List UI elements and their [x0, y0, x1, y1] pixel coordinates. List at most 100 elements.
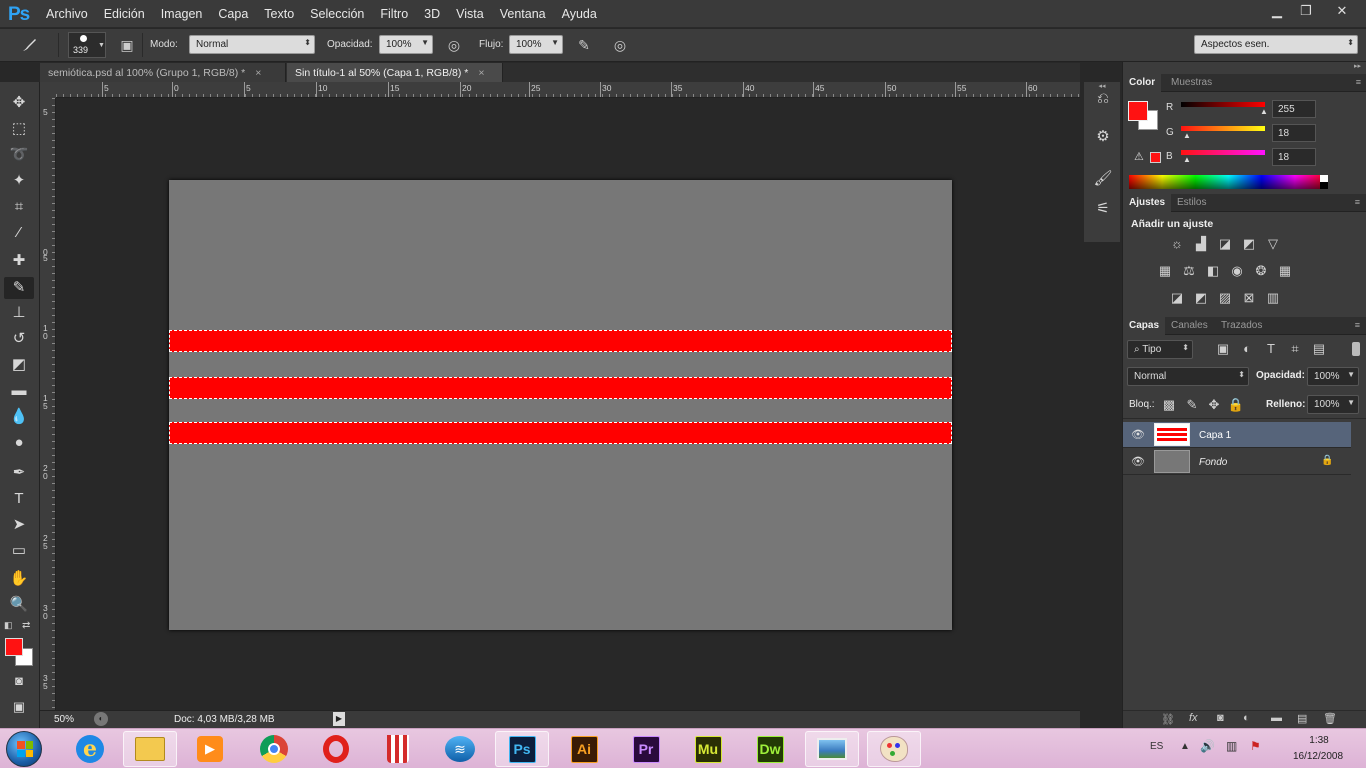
menu-seleccion[interactable]: Selección	[302, 7, 372, 21]
spectrum-black[interactable]	[1320, 182, 1328, 189]
gamut-warning-icon[interactable]: ⚠	[1134, 150, 1144, 163]
taskbar-popcorn[interactable]	[371, 731, 425, 767]
g-value[interactable]: 18	[1272, 124, 1316, 142]
shape-filter-icon[interactable]: ⌗	[1286, 341, 1304, 357]
action-center-icon[interactable]: ⚑	[1250, 739, 1261, 753]
blur-tool-icon[interactable]: 💧	[4, 406, 34, 428]
hue-saturation-icon[interactable]: ▦	[1156, 263, 1174, 279]
gamut-swatch[interactable]	[1150, 152, 1161, 163]
curves-icon[interactable]: ◪	[1216, 236, 1234, 252]
photo-filter-icon[interactable]: ◉	[1228, 263, 1246, 279]
gradient-tool-icon[interactable]: ▬	[4, 380, 34, 402]
layer-filter-select[interactable]: ⌕ Tipo ⬍	[1127, 340, 1193, 359]
workspace-select[interactable]: Aspectos esen. ⬍	[1194, 35, 1358, 54]
taskbar-opera[interactable]	[309, 731, 363, 767]
tab-muestras[interactable]: Muestras	[1165, 74, 1218, 92]
menu-texto[interactable]: Texto	[256, 7, 302, 21]
collapse-panels-icon[interactable]: ▸▸	[1123, 62, 1366, 72]
path-selection-icon[interactable]: ➤	[4, 514, 34, 536]
taskbar-dreamweaver[interactable]: Dw	[743, 731, 797, 767]
stamp-tool-icon[interactable]: ⊥	[4, 302, 34, 324]
brightness-icon[interactable]: ☼	[1168, 236, 1186, 252]
tab-sin-titulo[interactable]: Sin título-1 al 50% (Capa 1, RGB/8) * ×	[287, 63, 503, 83]
close-icon[interactable]: ×	[478, 67, 484, 79]
menu-ayuda[interactable]: Ayuda	[554, 7, 605, 21]
trash-icon[interactable]: 🗑	[1323, 712, 1337, 725]
spectrum-white[interactable]	[1320, 175, 1328, 182]
vibrance-icon[interactable]: ▽	[1264, 236, 1282, 252]
fx-icon[interactable]: fx	[1189, 712, 1198, 724]
filter-toggle[interactable]	[1352, 342, 1360, 356]
brush-panel-icon[interactable]: ▣	[116, 34, 138, 56]
color-lookup-icon[interactable]: ▦	[1276, 263, 1294, 279]
color-balance-icon[interactable]: ⚖	[1180, 263, 1198, 279]
panel-menu-icon[interactable]: ≡	[1355, 320, 1360, 330]
menu-archivo[interactable]: Archivo	[38, 7, 96, 21]
zoom-level[interactable]: 50%	[54, 714, 74, 725]
clock-time[interactable]: 1:38	[1294, 735, 1344, 746]
taskbar-premiere[interactable]: Pr	[619, 731, 673, 767]
type-filter-icon[interactable]: T	[1262, 341, 1280, 357]
selective-color-icon[interactable]: ⊠	[1240, 290, 1258, 306]
mode-select[interactable]: Normal ⬍	[189, 35, 315, 54]
brush-preset-picker[interactable]: 339 ▼	[68, 32, 106, 58]
dodge-tool-icon[interactable]: ●	[4, 432, 34, 454]
restore-button[interactable]: ❐	[1291, 2, 1321, 20]
adjustment-layer-icon[interactable]: ◐	[1243, 712, 1250, 724]
brush-panel-icon[interactable]: 🖌	[1091, 168, 1115, 190]
taskbar-photos[interactable]	[805, 731, 859, 767]
posterize-icon[interactable]: ◩	[1192, 290, 1210, 306]
menu-capa[interactable]: Capa	[210, 7, 256, 21]
history-panel-icon[interactable]: ⎌	[1091, 88, 1115, 110]
rectangle-tool-icon[interactable]: ▭	[4, 540, 34, 562]
menu-filtro[interactable]: Filtro	[372, 7, 416, 21]
zoom-tool-icon[interactable]: 🔍	[4, 594, 34, 616]
properties-panel-icon[interactable]: ⚙	[1091, 126, 1115, 148]
r-value[interactable]: 255	[1272, 100, 1316, 118]
status-menu-arrow[interactable]: ▶	[333, 712, 345, 726]
language-indicator[interactable]: ES	[1150, 741, 1163, 752]
taskbar-illustrator[interactable]: Ai	[557, 731, 611, 767]
brush-tool-icon[interactable]	[18, 34, 40, 56]
taskbar-chrome[interactable]	[247, 731, 301, 767]
start-button[interactable]	[6, 731, 42, 767]
swap-colors-icon[interactable]: ⇄	[22, 620, 30, 631]
panel-menu-icon[interactable]: ≡	[1355, 197, 1360, 207]
eraser-tool-icon[interactable]: ◩	[4, 354, 34, 376]
airbrush-icon[interactable]: ✎	[573, 34, 595, 56]
move-tool-icon[interactable]: ✥	[4, 92, 34, 114]
b-slider[interactable]	[1181, 150, 1265, 155]
link-layers-icon[interactable]: ⛓	[1161, 713, 1175, 726]
type-tool-icon[interactable]: T	[4, 488, 34, 510]
foreground-color-swatch[interactable]	[5, 638, 23, 656]
layers-opacity-input[interactable]: 100% ▼	[1307, 367, 1359, 386]
screen-mode-icon[interactable]: ▣	[4, 696, 34, 718]
smart-object-filter-icon[interactable]: ▤	[1310, 341, 1328, 357]
lock-transparency-icon[interactable]: ▩	[1160, 397, 1178, 413]
volume-icon[interactable]: 🔊	[1200, 739, 1215, 753]
layer-row-fondo[interactable]: 👁 Fondo 🔒	[1123, 449, 1351, 475]
menu-ventana[interactable]: Ventana	[492, 7, 554, 21]
color-spectrum[interactable]	[1129, 175, 1328, 189]
blend-mode-select[interactable]: Normal ⬍	[1127, 367, 1249, 386]
close-button[interactable]: ✕	[1322, 2, 1362, 20]
channel-mixer-icon[interactable]: ❂	[1252, 263, 1270, 279]
r-slider-thumb[interactable]: ▲	[1260, 107, 1268, 116]
tab-estilos[interactable]: Estilos	[1171, 194, 1212, 212]
taskbar-paint[interactable]	[867, 731, 921, 767]
menu-imagen[interactable]: Imagen	[153, 7, 211, 21]
crop-tool-icon[interactable]: ⌗	[4, 196, 34, 218]
new-layer-icon[interactable]: ▤	[1297, 712, 1307, 725]
taskbar-photoshop[interactable]: Ps	[495, 731, 549, 767]
document-canvas[interactable]	[169, 180, 952, 630]
magic-wand-icon[interactable]: ✦	[4, 170, 34, 192]
opacity-input[interactable]: 100% ▼	[379, 35, 433, 54]
lock-pixels-icon[interactable]: ✎	[1183, 397, 1201, 413]
show-hidden-icons-icon[interactable]: ▲	[1180, 741, 1190, 752]
history-brush-icon[interactable]: ↺	[4, 328, 34, 350]
lock-all-icon[interactable]: 🔒	[1227, 397, 1245, 413]
taskbar-muse[interactable]: Mu	[681, 731, 735, 767]
taskbar-media[interactable]: ▶	[183, 731, 237, 767]
tab-semiotica[interactable]: semiótica.psd al 100% (Grupo 1, RGB/8) *…	[40, 63, 286, 83]
invert-icon[interactable]: ◪	[1168, 290, 1186, 306]
